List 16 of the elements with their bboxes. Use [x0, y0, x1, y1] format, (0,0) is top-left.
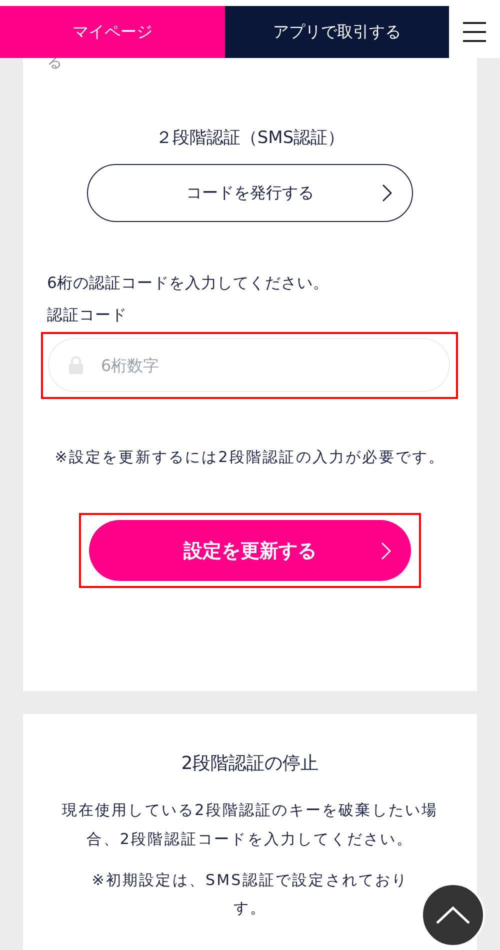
- section-title: 2段階認証の停止: [180, 752, 320, 776]
- note-text: ※設定を更新するには2段階認証の入力が必要です。: [54, 447, 446, 468]
- chevron-up-icon: [435, 905, 471, 925]
- issue-code-button[interactable]: コードを発行する: [87, 164, 413, 222]
- chevron-right-icon: [381, 542, 391, 560]
- chevron-right-icon: [382, 184, 392, 202]
- update-settings-button[interactable]: 設定を更新する: [89, 520, 411, 581]
- field-label: 認証コード: [47, 305, 128, 326]
- description-text: 現在使用している2段階認証のキーを破棄したい場合、2段階認証コードを入力してください。: [60, 800, 440, 850]
- instruction-text: 6桁の認証コードを入力してください。: [47, 273, 330, 294]
- note-text: ※初期設定は、SMS認証で設定されており す。: [90, 870, 410, 919]
- code-input-field[interactable]: 6桁数字: [48, 338, 450, 392]
- nav-tab[interactable]: アプリで取引する: [225, 6, 449, 58]
- nav-tab[interactable]: マイページ: [0, 6, 225, 58]
- section-title: ２段階認証（SMS認証）: [154, 127, 346, 150]
- lock-icon: [68, 356, 84, 374]
